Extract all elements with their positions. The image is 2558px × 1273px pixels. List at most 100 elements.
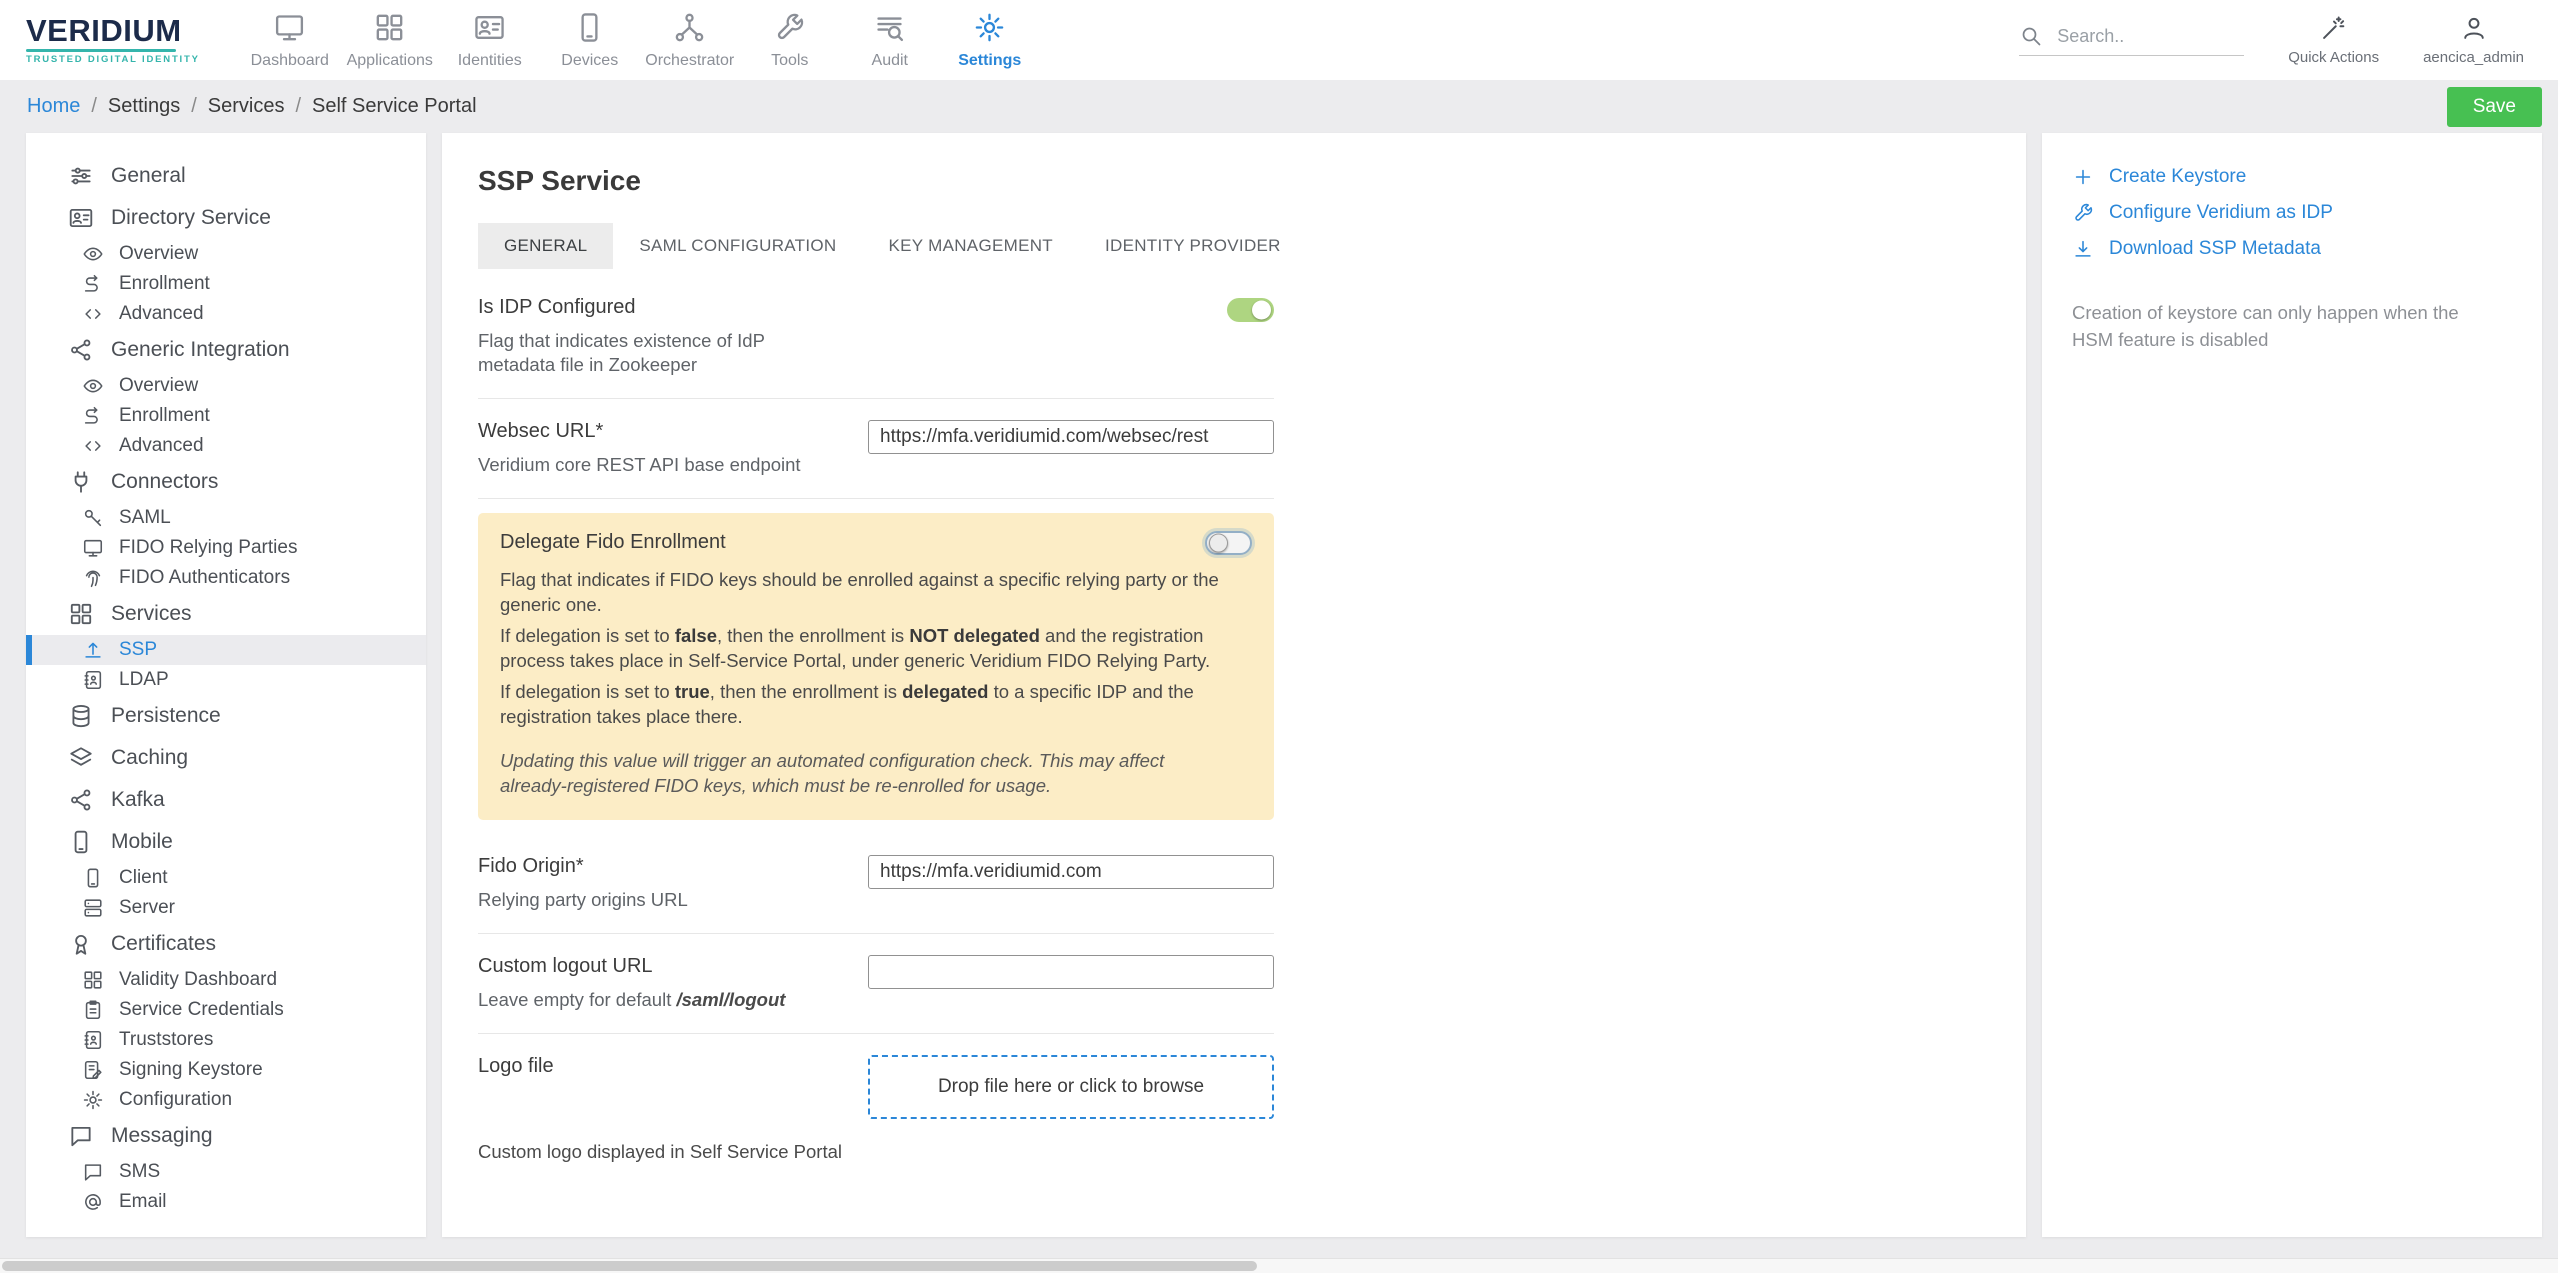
nav-item-label: Settings [958, 52, 1021, 70]
breadcrumb-item-home[interactable]: Home [27, 95, 80, 117]
admin-user-menu[interactable]: aencica_admin [2423, 14, 2524, 66]
sidebar-section-certificates[interactable]: Certificates [26, 923, 426, 965]
nav-item-orchestrator[interactable]: Orchestrator [640, 0, 740, 80]
nav-item-identities[interactable]: Identities [440, 0, 540, 80]
sidebar-section-kafka[interactable]: Kafka [26, 779, 426, 821]
horizontal-scrollbar-thumb[interactable] [2, 1261, 1257, 1271]
nav-item-applications[interactable]: Applications [340, 0, 440, 80]
sidebar-section-persistence[interactable]: Persistence [26, 695, 426, 737]
settings-icon [973, 11, 1006, 44]
sidebar-item-sms[interactable]: SMS [26, 1157, 426, 1187]
nav-item-tools[interactable]: Tools [740, 0, 840, 80]
sidebar-item-fido-authenticators[interactable]: FIDO Authenticators [26, 563, 426, 593]
logo-dropzone[interactable]: Drop file here or click to browse [868, 1055, 1274, 1119]
tab-identity-provider[interactable]: IDENTITY PROVIDER [1079, 223, 1307, 269]
sidebar-item-overview[interactable]: Overview [26, 239, 426, 269]
websec-url-input[interactable] [868, 420, 1274, 454]
applications-icon [373, 11, 406, 44]
delegate-fido-panel: Delegate Fido Enrollment Flag that indic… [478, 513, 1274, 820]
sidebar-item-server[interactable]: Server [26, 893, 426, 923]
wand-icon [2320, 14, 2348, 42]
top-nav: Dashboard ApplicationsIdentitiesDevices Or… [240, 0, 1040, 80]
magic-wand-icon-slot [2320, 14, 2348, 42]
nav-item-dashboard[interactable]: Dashboard [240, 0, 340, 80]
code-icon [82, 435, 104, 457]
sidebar-section-label: Persistence [111, 704, 221, 728]
sidebar-item-enrollment[interactable]: Enrollment [26, 401, 426, 431]
sidebar-item-label: Enrollment [119, 273, 210, 295]
sidebar-section-services[interactable]: Services [26, 593, 426, 635]
breadcrumb-item-services[interactable]: Services [208, 95, 285, 117]
sidebar-item-configuration[interactable]: Configuration [26, 1085, 426, 1115]
quick-actions-button[interactable]: Quick Actions [2288, 14, 2379, 66]
sidebar-item-overview[interactable]: Overview [26, 371, 426, 401]
delegate-fido-label: Delegate Fido Enrollment [500, 531, 726, 554]
route-icon [82, 405, 104, 427]
fido-origin-input[interactable] [868, 855, 1274, 889]
tab-saml-configuration[interactable]: SAML CONFIGURATION [613, 223, 862, 269]
sidebar-item-email[interactable]: Email [26, 1187, 426, 1217]
sidebar-item-label: Enrollment [119, 405, 210, 427]
breadcrumb-separator: / [191, 95, 197, 117]
nav-item-label: Audit [872, 52, 908, 70]
user-icon-slot [2460, 14, 2488, 42]
tab-key-management[interactable]: KEY MANAGEMENT [863, 223, 1079, 269]
sidebar-item-advanced[interactable]: Advanced [26, 431, 426, 461]
websec-url-label: Websec URL* [478, 420, 834, 443]
search-input[interactable] [2055, 25, 2244, 48]
signing-icon [82, 1059, 104, 1081]
action-create-keystore[interactable]: Create Keystore [2072, 159, 2512, 195]
tab-general[interactable]: GENERAL [478, 223, 613, 269]
custom-logout-label: Custom logout URL [478, 955, 834, 978]
breadcrumb-item-self-service-portal: Self Service Portal [312, 95, 477, 117]
nav-item-audit[interactable]: Audit [840, 0, 940, 80]
sidebar-item-client[interactable]: Client [26, 863, 426, 893]
sidebar-section-mobile[interactable]: Mobile [26, 821, 426, 863]
sidebar-section-caching[interactable]: Caching [26, 737, 426, 779]
action-download-ssp-metadata[interactable]: Download SSP Metadata [2072, 231, 2512, 267]
sidebar-section-label: Kafka [111, 788, 165, 812]
sidebar-item-ssp[interactable]: SSP [26, 635, 426, 665]
nav-item-settings[interactable]: Settings [940, 0, 1040, 80]
nav-item-label: Dashboard [251, 52, 329, 70]
kafka-icon [68, 787, 94, 813]
sidebar-item-saml[interactable]: SAML [26, 503, 426, 533]
sidebar-section-general[interactable]: General [26, 155, 426, 197]
sidebar-item-label: Signing Keystore [119, 1059, 263, 1081]
delegate-description-paragraph: If delegation is set to true, then the e… [500, 680, 1230, 729]
veridium-logo[interactable]: VERIDIUM TRUSTED DIGITAL IDENTITY [26, 15, 200, 65]
is-idp-configured-toggle[interactable] [1227, 298, 1274, 322]
book-icon [82, 1029, 104, 1051]
sidebar-item-enrollment[interactable]: Enrollment [26, 269, 426, 299]
sidebar-item-signing-keystore[interactable]: Signing Keystore [26, 1055, 426, 1085]
sidebar-item-fido-relying-parties[interactable]: FIDO Relying Parties [26, 533, 426, 563]
settings-sidebar: GeneralDirectory ServiceOverviewEnrollme… [26, 133, 426, 1237]
ssp-settings-form: Is IDP Configured Flag that indicates ex… [478, 275, 1274, 1163]
nav-item-devices[interactable]: Devices [540, 0, 640, 80]
sidebar-item-label: SMS [119, 1161, 160, 1183]
sidebar-section-label: Messaging [111, 1124, 213, 1148]
clipboard-icon [82, 999, 104, 1021]
sidebar-item-validity-dashboard[interactable]: Validity Dashboard [26, 965, 426, 995]
sidebar-section-label: Certificates [111, 932, 216, 956]
sidebar-section-connectors[interactable]: Connectors [26, 461, 426, 503]
page-title: SSP Service [478, 165, 1990, 197]
orchestrator-icon [673, 11, 706, 44]
sidebar-item-advanced[interactable]: Advanced [26, 299, 426, 329]
custom-logout-input[interactable] [868, 955, 1274, 989]
sidebar-section-messaging[interactable]: Messaging [26, 1115, 426, 1157]
save-button[interactable]: Save [2447, 87, 2542, 127]
sidebar-section-label: Generic Integration [111, 338, 290, 362]
nav-item-label: Orchestrator [645, 52, 734, 70]
sidebar-section-directory-service[interactable]: Directory Service [26, 197, 426, 239]
sidebar-item-label: FIDO Authenticators [119, 567, 290, 589]
sidebar-item-label: FIDO Relying Parties [119, 537, 297, 559]
sidebar-item-truststores[interactable]: Truststores [26, 1025, 426, 1055]
delegate-fido-toggle[interactable] [1205, 531, 1252, 555]
sidebar-item-service-credentials[interactable]: Service Credentials [26, 995, 426, 1025]
horizontal-scrollbar[interactable] [0, 1258, 2558, 1273]
breadcrumb-item-settings[interactable]: Settings [108, 95, 180, 117]
sidebar-item-ldap[interactable]: LDAP [26, 665, 426, 695]
sidebar-section-generic-integration[interactable]: Generic Integration [26, 329, 426, 371]
action-configure-veridium-as-idp[interactable]: Configure Veridium as IDP [2072, 195, 2512, 231]
